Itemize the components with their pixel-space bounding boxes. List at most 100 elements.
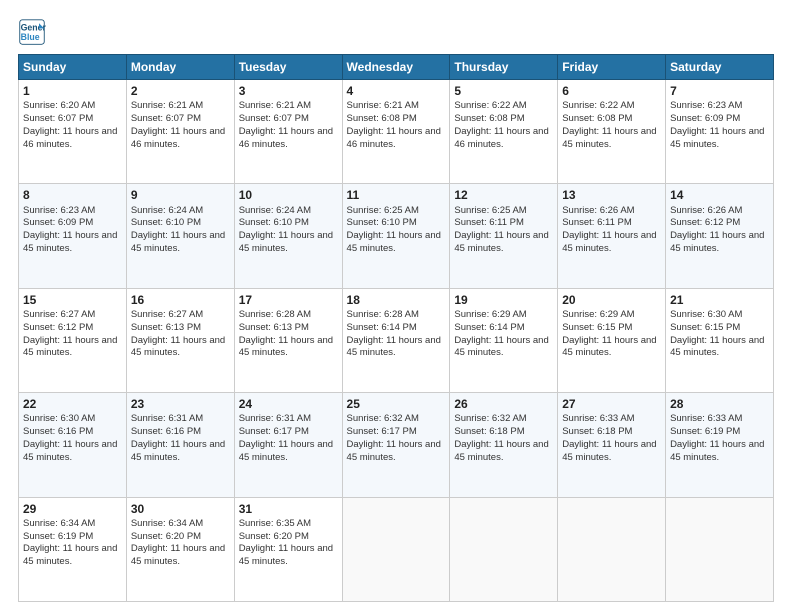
daylight-text: Daylight: 11 hours and 45 minutes. [23,543,117,567]
day-number: 6 [562,83,661,99]
sunrise-text: Sunrise: 6:21 AM [347,100,419,111]
sunset-text: Sunset: 6:13 PM [239,322,309,333]
calendar-cell: 4Sunrise: 6:21 AMSunset: 6:08 PMDaylight… [342,80,450,184]
day-number: 8 [23,187,122,203]
calendar-cell: 16Sunrise: 6:27 AMSunset: 6:13 PMDayligh… [126,288,234,392]
daylight-text: Daylight: 11 hours and 45 minutes. [347,230,441,254]
sunset-text: Sunset: 6:18 PM [454,426,524,437]
day-header-friday: Friday [558,55,666,80]
sunset-text: Sunset: 6:10 PM [239,217,309,228]
sunrise-text: Sunrise: 6:32 AM [454,413,526,424]
calendar-cell: 28Sunrise: 6:33 AMSunset: 6:19 PMDayligh… [666,393,774,497]
sunset-text: Sunset: 6:07 PM [239,113,309,124]
day-number: 18 [347,292,446,308]
calendar-cell: 13Sunrise: 6:26 AMSunset: 6:11 PMDayligh… [558,184,666,288]
calendar-cell: 14Sunrise: 6:26 AMSunset: 6:12 PMDayligh… [666,184,774,288]
day-number: 14 [670,187,769,203]
sunset-text: Sunset: 6:15 PM [562,322,632,333]
calendar-table: SundayMondayTuesdayWednesdayThursdayFrid… [18,54,774,602]
daylight-text: Daylight: 11 hours and 46 minutes. [239,126,333,150]
calendar-cell: 29Sunrise: 6:34 AMSunset: 6:19 PMDayligh… [19,497,127,601]
sunrise-text: Sunrise: 6:22 AM [454,100,526,111]
sunset-text: Sunset: 6:13 PM [131,322,201,333]
daylight-text: Daylight: 11 hours and 45 minutes. [454,439,548,463]
daylight-text: Daylight: 11 hours and 45 minutes. [454,230,548,254]
day-number: 26 [454,396,553,412]
sunset-text: Sunset: 6:09 PM [670,113,740,124]
day-number: 17 [239,292,338,308]
calendar-cell [558,497,666,601]
sunrise-text: Sunrise: 6:34 AM [131,518,203,529]
day-number: 25 [347,396,446,412]
calendar-cell [450,497,558,601]
daylight-text: Daylight: 11 hours and 46 minutes. [347,126,441,150]
day-number: 23 [131,396,230,412]
calendar-cell: 19Sunrise: 6:29 AM Sunset: 6:14 PM Dayligh… [450,288,558,392]
sunset-text: Sunset: 6:08 PM [454,113,524,124]
sunrise-text: Sunrise: 6:21 AM [239,100,311,111]
daylight-text: Daylight: 11 hours and 45 minutes. [131,335,225,359]
day-number: 21 [670,292,769,308]
sunrise-text: Sunrise: 6:20 AM [23,100,95,111]
sunset-text: Sunset: 6:07 PM [23,113,93,124]
daylight-text: Daylight: 11 hours and 45 minutes. [562,335,656,359]
calendar-cell: 6Sunrise: 6:22 AM Sunset: 6:08 PM Daylight… [558,80,666,184]
calendar-cell: 10Sunrise: 6:24 AMSunset: 6:10 PMDayligh… [234,184,342,288]
header: General Blue [18,18,774,46]
sunrise-text: Sunrise: 6:28 AM [347,309,419,320]
calendar-cell: 27Sunrise: 6:33 AMSunset: 6:18 PMDayligh… [558,393,666,497]
sunrise-text: Sunrise: 6:25 AM [454,205,526,216]
daylight-text: Daylight: 11 hours and 45 minutes. [562,230,656,254]
sunset-text: Sunset: 6:08 PM [562,113,632,124]
sunset-text: Sunset: 6:16 PM [131,426,201,437]
daylight-text: Daylight: 11 hours and 45 minutes. [131,543,225,567]
day-number: 13 [562,187,661,203]
sunrise-text: Sunrise: 6:22 AM [562,100,634,111]
sunset-text: Sunset: 6:19 PM [23,531,93,542]
day-header-saturday: Saturday [666,55,774,80]
sunrise-text: Sunrise: 6:26 AM [562,205,634,216]
sunset-text: Sunset: 6:09 PM [23,217,93,228]
day-header-tuesday: Tuesday [234,55,342,80]
sunrise-text: Sunrise: 6:31 AM [239,413,311,424]
day-number: 10 [239,187,338,203]
calendar-cell: 25Sunrise: 6:32 AMSunset: 6:17 PMDayligh… [342,393,450,497]
calendar-cell: 21Sunrise: 6:30 AMSunset: 6:15 PMDayligh… [666,288,774,392]
sunrise-text: Sunrise: 6:33 AM [670,413,742,424]
day-header-monday: Monday [126,55,234,80]
daylight-text: Daylight: 11 hours and 45 minutes. [562,439,656,463]
calendar-cell: 17Sunrise: 6:28 AMSunset: 6:13 PMDayligh… [234,288,342,392]
sunrise-text: Sunrise: 6:27 AM [23,309,95,320]
sunrise-text: Sunrise: 6:23 AM [670,100,742,111]
sunrise-text: Sunrise: 6:24 AM [239,205,311,216]
sunrise-text: Sunrise: 6:23 AM [23,205,95,216]
day-number: 19 [454,292,553,308]
calendar-cell: 20Sunrise: 6:29 AM Sunset: 6:15 PM Dayligh… [558,288,666,392]
day-number: 20 [562,292,661,308]
sunrise-text: Sunrise: 6:29 AM [454,309,526,320]
calendar-cell: 31Sunrise: 6:35 AMSunset: 6:20 PMDayligh… [234,497,342,601]
daylight-text: Daylight: 11 hours and 45 minutes. [131,230,225,254]
day-number: 2 [131,83,230,99]
sunrise-text: Sunrise: 6:25 AM [347,205,419,216]
sunset-text: Sunset: 6:20 PM [131,531,201,542]
day-number: 9 [131,187,230,203]
sunrise-text: Sunrise: 6:29 AM [562,309,634,320]
day-header-sunday: Sunday [19,55,127,80]
day-number: 24 [239,396,338,412]
daylight-text: Daylight: 11 hours and 45 minutes. [454,335,548,359]
sunset-text: Sunset: 6:11 PM [454,217,524,228]
sunset-text: Sunset: 6:10 PM [347,217,417,228]
sunset-text: Sunset: 6:14 PM [454,322,524,333]
sunrise-text: Sunrise: 6:33 AM [562,413,634,424]
logo: General Blue [18,18,50,46]
sunrise-text: Sunrise: 6:24 AM [131,205,203,216]
sunrise-text: Sunrise: 6:30 AM [670,309,742,320]
sunrise-text: Sunrise: 6:26 AM [670,205,742,216]
day-number: 1 [23,83,122,99]
day-number: 29 [23,501,122,517]
day-number: 16 [131,292,230,308]
sunrise-text: Sunrise: 6:21 AM [131,100,203,111]
calendar-cell: 18Sunrise: 6:28 AMSunset: 6:14 PMDayligh… [342,288,450,392]
daylight-text: Daylight: 11 hours and 45 minutes. [562,126,656,150]
